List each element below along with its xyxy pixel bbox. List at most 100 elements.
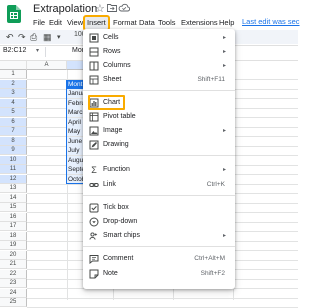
menu-item-tick-box[interactable]: Tick box (83, 201, 235, 215)
menu-item-label: Pivot table (103, 113, 136, 120)
row-header[interactable]: 9 (0, 146, 27, 155)
link-icon (89, 183, 99, 187)
menu-extensions[interactable]: Extensions (181, 17, 218, 29)
row-header[interactable]: 17 (0, 222, 27, 231)
row-header[interactable]: 24 (0, 288, 27, 298)
comment-icon (89, 255, 99, 264)
print-icon[interactable]: ⎙ (30, 32, 37, 43)
document-title[interactable]: Extrapolation (33, 3, 97, 15)
menu-item-label: Cells (103, 34, 119, 41)
menu-item-drop-down[interactable]: Drop-down (83, 215, 235, 229)
image-icon (89, 126, 99, 136)
row-header[interactable]: 13 (0, 184, 27, 193)
menu-item-label: Function (103, 166, 130, 173)
menu-insert[interactable]: Insert (83, 15, 110, 31)
menu-format[interactable]: Format (113, 17, 137, 29)
column-header-a[interactable]: A (27, 61, 67, 70)
menu-divider (83, 90, 235, 91)
star-icon[interactable]: ☆ (95, 2, 105, 15)
paint-format-icon[interactable]: ▦ (43, 32, 52, 43)
menu-tools[interactable]: Tools (158, 17, 176, 29)
menu-item-pivot-table[interactable]: Pivot table (83, 110, 235, 124)
cells-icon (89, 33, 99, 43)
menu-item-comment[interactable]: Comment Ctrl+Alt+M (83, 252, 235, 266)
row-header[interactable]: 2 (0, 79, 27, 89)
row-header[interactable]: 5 (0, 108, 27, 117)
menu-item-label: Sheet (103, 76, 122, 83)
shortcut-label: Shift+F11 (197, 76, 225, 83)
zoom-caret-icon[interactable]: ▾ (57, 33, 61, 41)
row-header[interactable]: 3 (0, 89, 27, 98)
menu-item-label: Drawing (103, 141, 129, 148)
row-header[interactable]: 21 (0, 260, 27, 269)
pivot-table-icon (89, 112, 99, 122)
submenu-arrow-icon: ▸ (222, 128, 226, 134)
shortcut-label: Ctrl+Alt+M (194, 255, 225, 262)
menu-divider (83, 195, 235, 196)
menu-item-rows[interactable]: Rows ▸ (83, 45, 235, 59)
menu-item-function[interactable]: Σ Function ▸ (83, 163, 235, 177)
menu-item-sheet[interactable]: Sheet Shift+F11 (83, 73, 235, 87)
menu-edit[interactable]: Edit (49, 17, 62, 29)
row-header[interactable]: 19 (0, 241, 27, 250)
row-header[interactable]: 11 (0, 165, 27, 174)
row-header[interactable]: 18 (0, 231, 27, 241)
menu-item-note[interactable]: Note Shift+F2 (83, 267, 235, 281)
menu-item-label: Tick box (103, 204, 129, 211)
row-header[interactable]: 25 (0, 298, 27, 307)
tick-box-icon (89, 203, 99, 213)
menu-item-drawing[interactable]: Drawing (83, 138, 235, 152)
menu-item-columns[interactable]: Columns ▸ (83, 59, 235, 73)
menu-item-cells[interactable]: Cells ▸ (83, 31, 235, 45)
redo-icon[interactable]: ↷ (18, 32, 26, 43)
menu-item-label: Columns (103, 62, 131, 69)
name-box[interactable]: B2:C12 (3, 47, 26, 54)
menu-item-label: Link (103, 181, 116, 188)
columns-icon (89, 61, 99, 71)
row-header[interactable]: 22 (0, 269, 27, 279)
function-icon: Σ (91, 165, 97, 175)
row-header[interactable]: 4 (0, 98, 27, 108)
sheets-logo-icon[interactable] (7, 5, 21, 23)
menu-help[interactable]: Help (219, 17, 234, 29)
row-header[interactable]: 16 (0, 212, 27, 222)
undo-icon[interactable]: ↶ (6, 32, 14, 43)
note-icon (89, 269, 99, 279)
select-all-corner[interactable] (0, 61, 27, 70)
sheet-icon (89, 75, 99, 85)
last-edit-link[interactable]: Last edit was sec (242, 17, 300, 26)
shortcut-label: Ctrl+K (206, 181, 225, 188)
chart-highlight-box (88, 95, 125, 110)
menu-divider (83, 246, 235, 247)
shortcut-label: Shift+F2 (200, 270, 225, 277)
move-folder-icon[interactable] (107, 3, 117, 12)
smart-chips-icon (89, 232, 98, 240)
row-header[interactable]: 10 (0, 155, 27, 165)
row-header[interactable]: 20 (0, 250, 27, 260)
row-header[interactable]: 1 (0, 70, 27, 79)
drop-down-icon (89, 217, 99, 227)
submenu-arrow-icon: ▸ (222, 49, 226, 55)
menu-data[interactable]: Data (139, 17, 155, 29)
row-header[interactable]: 8 (0, 136, 27, 146)
row-header[interactable]: 14 (0, 193, 27, 203)
insert-menu: Cells ▸ Rows ▸ Columns ▸ Sheet Shift+F11… (83, 29, 235, 289)
cloud-saved-icon[interactable] (118, 3, 130, 12)
submenu-arrow-icon: ▸ (222, 167, 226, 173)
row-header[interactable]: 12 (0, 174, 27, 184)
menu-item-label: Image (103, 127, 123, 134)
menu-item-link[interactable]: Link Ctrl+K (83, 178, 235, 192)
menu-file[interactable]: File (33, 17, 45, 29)
row-header[interactable]: 15 (0, 203, 27, 212)
menu-item-label: Rows (103, 48, 121, 55)
menu-view[interactable]: View (67, 17, 83, 29)
menu-item-label: Comment (103, 255, 134, 262)
menu-item-label: Note (103, 270, 118, 277)
menu-item-image[interactable]: Image ▸ (83, 124, 235, 138)
row-header[interactable]: 23 (0, 279, 27, 288)
name-box-caret-icon[interactable]: ▾ (36, 47, 39, 54)
row-header[interactable]: 6 (0, 117, 27, 127)
submenu-arrow-icon: ▸ (222, 35, 226, 41)
row-header[interactable]: 7 (0, 127, 27, 136)
menu-item-smart-chips[interactable]: Smart chips ▸ (83, 229, 235, 243)
